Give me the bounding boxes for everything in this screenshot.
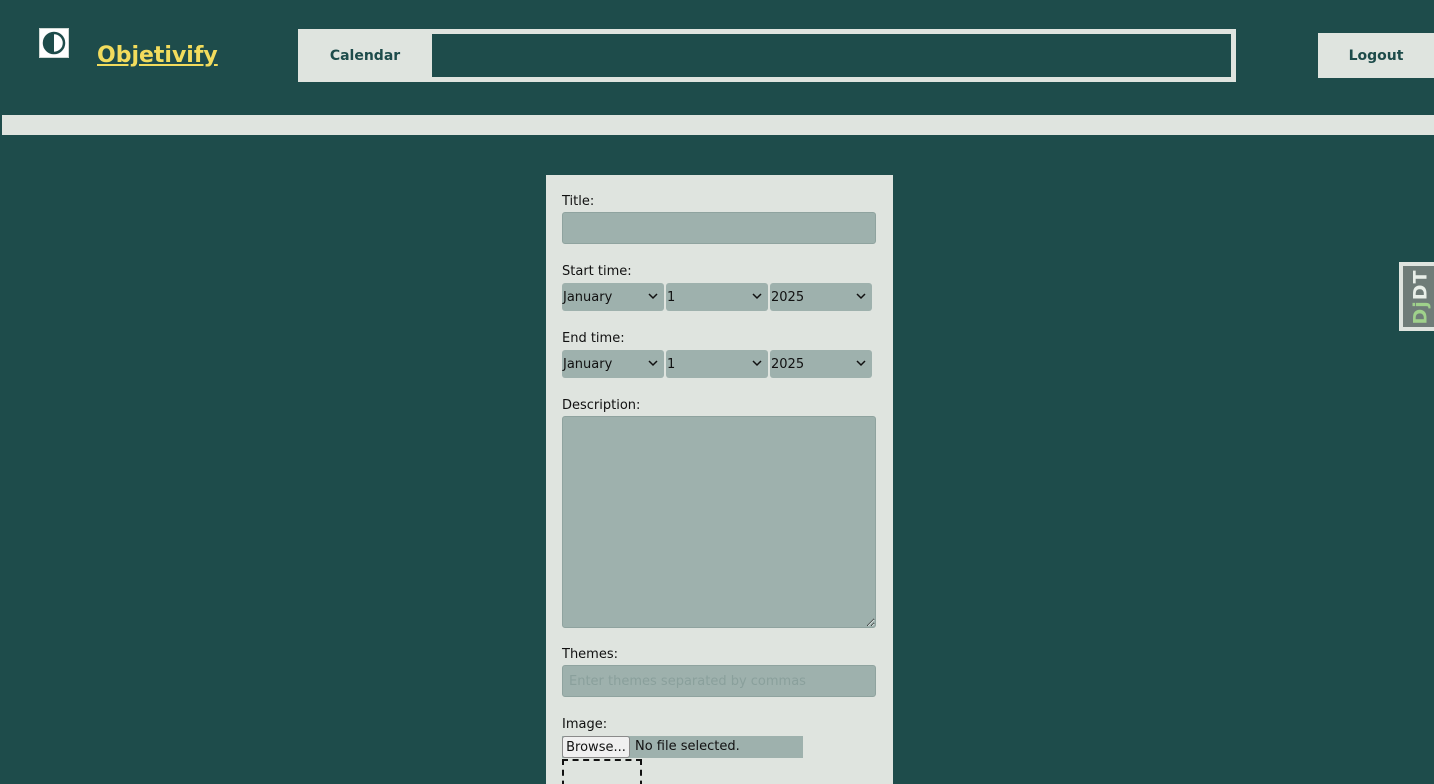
title-input[interactable] [562,212,876,244]
event-form: Title: Start time: January 1 2025 End ti… [546,175,893,784]
image-label: Image: [562,717,608,732]
chevron-down-icon [752,360,762,367]
contrast-icon [42,31,66,55]
start-month-value: January [563,289,613,305]
start-day-value: 1 [667,289,676,305]
end-time-label: End time: [562,331,625,346]
end-day-select[interactable]: 1 [666,350,768,378]
start-day-select[interactable]: 1 [666,283,768,311]
title-label: Title: [562,194,595,209]
header-divider [2,115,1434,135]
description-label: Description: [562,398,641,413]
brand-link[interactable]: Objetivify [97,41,218,71]
description-textarea[interactable] [562,416,876,628]
chevron-down-icon [856,360,866,367]
start-month-select[interactable]: January [562,283,664,311]
debug-toolbar-logo: DjDT [1410,268,1432,325]
debug-toolbar-handle[interactable]: DjDT [1399,262,1434,331]
nav-calendar-link[interactable]: Calendar [298,29,432,82]
themes-input[interactable] [562,665,876,697]
end-month-value: January [563,356,613,372]
logout-button[interactable]: Logout [1318,33,1434,78]
chevron-down-icon [648,293,658,300]
end-year-select[interactable]: 2025 [770,350,872,378]
debug-toolbar-badge: DjDT [1403,266,1434,327]
themes-label: Themes: [562,647,618,662]
chevron-down-icon [856,293,866,300]
start-time-label: Start time: [562,264,632,279]
start-year-select[interactable]: 2025 [770,283,872,311]
end-year-value: 2025 [771,356,805,372]
theme-toggle-button[interactable] [39,28,69,58]
nav-empty-area [432,34,1231,77]
image-preview-box [562,759,642,784]
image-file-input[interactable]: Browse... No file selected. [562,736,803,758]
start-year-value: 2025 [771,289,805,305]
browse-button[interactable]: Browse... [562,736,630,758]
end-day-value: 1 [667,356,676,372]
end-month-select[interactable]: January [562,350,664,378]
chevron-down-icon [648,360,658,367]
chevron-down-icon [752,293,762,300]
file-status-text: No file selected. [635,739,740,754]
nav-bar: Calendar [298,29,1236,82]
app-root: Objetivify Calendar Logout Title: Start … [0,0,1434,784]
